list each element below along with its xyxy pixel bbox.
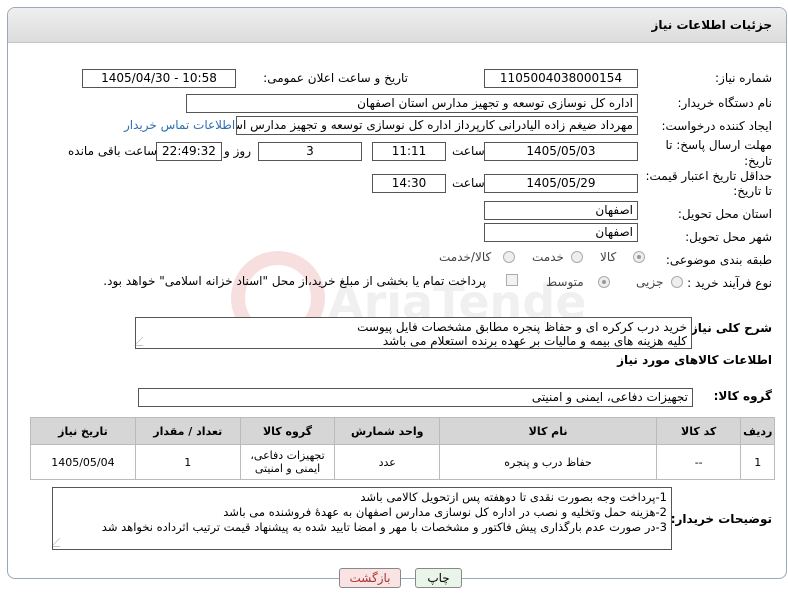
category-radio-goods[interactable]: [633, 251, 645, 263]
announce-label: تاریخ و ساعت اعلان عمومی:: [263, 71, 408, 85]
buyer-note-line: 3-در صورت عدم بارگذاری پیش فاکتور و مشخص…: [101, 520, 667, 534]
creator-label: ایجاد کننده درخواست:: [661, 119, 772, 133]
need-number-field: 1105004038000154: [484, 69, 638, 88]
payment-note: پرداخت تمام یا بخشی از مبلغ خرید،از محل …: [103, 274, 486, 288]
category-radio-service[interactable]: [571, 251, 583, 263]
remaining-label: ساعت باقی مانده: [68, 144, 158, 158]
col-code: کد کالا: [655, 417, 742, 445]
price-time-field: 14:30: [372, 174, 446, 193]
reply-deadline-label: مهلت ارسال پاسخ: تا: [665, 138, 772, 152]
reply-time-field: 11:11: [372, 142, 446, 161]
goods-table: ردیف کد کالا نام کالا واحد شمارش گروه کا…: [30, 417, 775, 480]
process-label: نوع فرآیند خرید :: [687, 276, 772, 290]
category-radio-goods-service[interactable]: [503, 251, 515, 263]
category-option-goods-service: کالا/خدمت: [439, 250, 492, 264]
reply-deadline-label-2: تاریخ:: [744, 154, 772, 168]
description-label: شرح کلی نیاز:: [686, 321, 772, 335]
print-button[interactable]: چاپ: [415, 568, 462, 588]
title-bar: جزئیات اطلاعات نیاز: [8, 8, 786, 43]
col-name: نام کالا: [439, 417, 657, 445]
days-field: 3: [258, 142, 362, 161]
col-row: ردیف: [740, 417, 775, 445]
col-group: گروه کالا: [239, 417, 336, 445]
cell-group-line: ایمنی و امنیتی: [254, 462, 321, 475]
process-option-medium: متوسط: [546, 275, 584, 289]
goods-group-field: تجهیزات دفاعی، ایمنی و امنیتی: [138, 388, 693, 407]
cell-group: تجهیزات دفاعی، ایمنی و امنیتی: [239, 444, 336, 480]
process-radio-minor[interactable]: [671, 276, 683, 288]
remaining-time-field: 22:49:32: [156, 142, 222, 161]
city-field: اصفهان: [484, 223, 638, 242]
cell-qty: 1: [134, 444, 241, 480]
price-deadline-label-2: تا تاریخ:: [733, 184, 772, 198]
buyer-notes-label: توضیحات خریدار:: [670, 512, 772, 526]
price-deadline-label: حداقل تاریخ اعتبار قیمت:: [645, 169, 772, 183]
goods-group-label: گروه کالا:: [713, 389, 772, 403]
buyer-org-label: نام دستگاه خریدار:: [677, 96, 773, 110]
description-line: کلیه هزینه های بیمه و مالیات بر عهده برن…: [382, 334, 687, 348]
goods-section-title: اطلاعات کالاهای مورد نیاز: [617, 353, 772, 367]
page-title: جزئیات اطلاعات نیاز: [651, 18, 772, 32]
buyer-contact-link[interactable]: اطلاعات تماس خریدار: [124, 118, 235, 132]
need-number-label: شماره نیاز:: [715, 71, 772, 85]
creator-field: مهرداد ضیغم زاده الیادرانی کارپرداز ادار…: [236, 116, 638, 135]
category-label: طبقه بندی موضوعی:: [665, 253, 772, 267]
cell-code: --: [655, 444, 742, 480]
buyer-note-line: 1-پرداخت وجه بصورت نقدی تا دوهفته پس ازت…: [360, 490, 667, 504]
payment-treasury-checkbox[interactable]: [506, 274, 518, 286]
goods-table-header: ردیف کد کالا نام کالا واحد شمارش گروه کا…: [30, 417, 775, 445]
cell-unit: عدد: [334, 444, 441, 480]
description-line: خرید درب کرکره ای و حفاظ پنجره مطابق مشخ…: [357, 320, 687, 334]
process-option-minor: جزیی: [636, 275, 664, 289]
reply-date-field: 1405/05/03: [484, 142, 638, 161]
price-date-field: 1405/05/29: [484, 174, 638, 193]
cell-row: 1: [740, 444, 775, 480]
table-row: 1 -- حفاظ درب و پنجره عدد تجهیزات دفاعی،…: [30, 444, 775, 480]
back-button[interactable]: بازگشت: [339, 568, 401, 588]
province-field: اصفهان: [484, 201, 638, 220]
description-textarea[interactable]: خرید درب کرکره ای و حفاظ پنجره مطابق مشخ…: [135, 317, 692, 349]
announce-field: 1405/04/30 - 10:58: [82, 69, 236, 88]
days-label: روز و: [224, 144, 251, 158]
buyer-org-field: اداره کل نوسازی توسعه و تجهیز مدارس استا…: [186, 94, 638, 113]
category-option-service: خدمت: [532, 250, 564, 264]
cell-name: حفاظ درب و پنجره: [439, 444, 657, 480]
col-qty: تعداد / مقدار: [134, 417, 241, 445]
resize-grip-icon[interactable]: [53, 538, 69, 547]
col-unit: واحد شمارش: [334, 417, 441, 445]
col-date: تاریخ نیاز: [30, 417, 136, 445]
cell-date: 1405/05/04: [30, 444, 136, 480]
city-label: شهر محل تحویل:: [685, 230, 772, 244]
buyer-note-line: 2-هزینه حمل وتخلیه و نصب در اداره کل نوس…: [223, 505, 667, 519]
price-time-label: ساعت: [452, 176, 485, 190]
reply-time-label: ساعت: [452, 144, 485, 158]
buyer-notes-textarea[interactable]: 1-پرداخت وجه بصورت نقدی تا دوهفته پس ازت…: [52, 487, 672, 550]
process-radio-medium[interactable]: [598, 276, 610, 288]
province-label: استان محل تحویل:: [677, 207, 772, 221]
category-option-goods: کالا: [600, 250, 617, 264]
cell-group-line: تجهیزات دفاعی،: [250, 449, 325, 462]
